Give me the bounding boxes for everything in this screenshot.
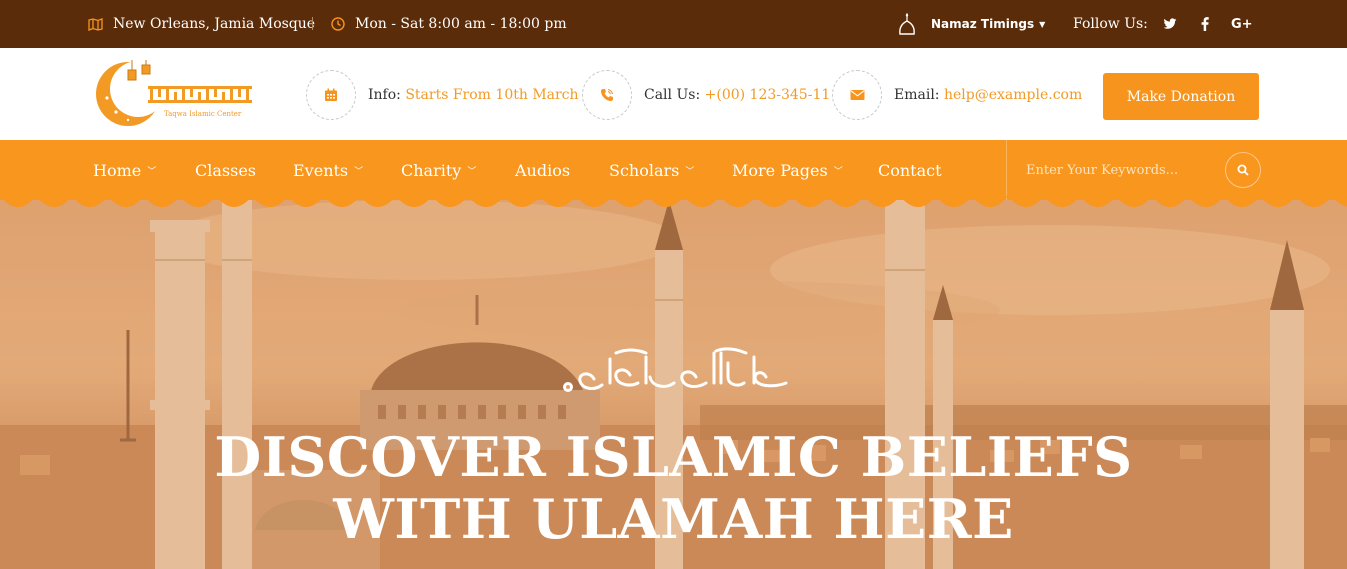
header: Taqwa Islamic Center Info: Starts From 1… bbox=[0, 48, 1347, 140]
calendar-icon bbox=[325, 88, 337, 101]
nav-divider bbox=[1006, 140, 1007, 200]
nav-item-more-pages[interactable]: More Pages ﹀ bbox=[732, 140, 843, 200]
clock-icon bbox=[331, 17, 345, 31]
nav-item-home[interactable]: Home ﹀ bbox=[93, 140, 156, 200]
phone-icon-wrap bbox=[582, 70, 632, 120]
logo-text: Taqwa Islamic Center bbox=[164, 110, 242, 118]
top-bar: New Orleans, Jamia Mosque Mon - Sat 8:00… bbox=[0, 0, 1347, 48]
nav-item-classes[interactable]: Classes bbox=[195, 140, 256, 200]
namaz-timings-dropdown[interactable]: Namaz Timings ▼ bbox=[897, 0, 1045, 48]
nav-label: Events bbox=[293, 160, 349, 180]
envelope-icon bbox=[850, 90, 864, 100]
nav-item-audios[interactable]: Audios bbox=[515, 140, 570, 200]
main-nav: Home ﹀ Classes Events ﹀ Charity ﹀ Audios Sc… bbox=[0, 140, 1347, 200]
calendar-icon-wrap bbox=[306, 70, 356, 120]
facebook-link[interactable] bbox=[1201, 0, 1209, 48]
chevron-down-icon: ﹀ bbox=[467, 166, 477, 177]
nav-item-events[interactable]: Events ﹀ bbox=[293, 140, 363, 200]
facebook-icon bbox=[1201, 17, 1209, 31]
google-plus-icon: G+ bbox=[1231, 16, 1253, 32]
chevron-down-icon: ▼ bbox=[1039, 19, 1046, 29]
hero-title-line-2: WITH ULAMAH HERE bbox=[333, 487, 1014, 551]
nav-label: Contact bbox=[878, 160, 942, 180]
nav-label: Home bbox=[93, 160, 142, 180]
hours-info: Mon - Sat 8:00 am - 18:00 pm bbox=[331, 0, 567, 48]
envelope-icon-wrap bbox=[832, 70, 882, 120]
hero-section: DISCOVER ISLAMIC BELIEFS WITH ULAMAH HER… bbox=[0, 200, 1347, 569]
nav-label: Audios bbox=[515, 160, 571, 180]
nav-label: Classes bbox=[195, 160, 256, 180]
call-value[interactable]: +(00) 123-345-11 bbox=[705, 87, 831, 103]
nav-label: More Pages bbox=[732, 160, 828, 180]
make-donation-button[interactable]: Make Donation bbox=[1103, 73, 1259, 120]
chevron-down-icon: ﹀ bbox=[685, 166, 695, 177]
divider bbox=[312, 17, 313, 30]
email-value[interactable]: help@example.com bbox=[944, 87, 1082, 103]
follow-us: Follow Us: bbox=[1073, 0, 1148, 48]
hero-title: DISCOVER ISLAMIC BELIEFS WITH ULAMAH HER… bbox=[0, 426, 1347, 550]
nav-item-scholars[interactable]: Scholars ﹀ bbox=[609, 140, 694, 200]
phone-icon bbox=[601, 88, 614, 101]
email-block: Email: help@example.com bbox=[832, 70, 1082, 120]
chevron-down-icon: ﹀ bbox=[833, 166, 843, 177]
nav-item-charity[interactable]: Charity ﹀ bbox=[401, 140, 476, 200]
search-icon bbox=[1237, 164, 1249, 176]
bismillah-calligraphy bbox=[563, 347, 788, 392]
nav-label: Charity bbox=[401, 160, 462, 180]
mosque-icon bbox=[899, 13, 915, 35]
twitter-link[interactable] bbox=[1163, 0, 1177, 48]
location-text: New Orleans, Jamia Mosque bbox=[113, 16, 316, 32]
call-block: Call Us: +(00) 123-345-11 bbox=[582, 70, 830, 120]
hero-title-line-1: DISCOVER ISLAMIC BELIEFS bbox=[214, 425, 1133, 489]
google-plus-link[interactable]: G+ bbox=[1231, 0, 1253, 48]
taqwa-logo[interactable]: Taqwa Islamic Center bbox=[92, 56, 262, 132]
search-input[interactable] bbox=[1026, 158, 1206, 182]
twitter-icon bbox=[1163, 18, 1177, 29]
chevron-down-icon: ﹀ bbox=[354, 166, 364, 177]
info-value[interactable]: Starts From 10th March bbox=[405, 87, 578, 103]
location-info: New Orleans, Jamia Mosque bbox=[88, 0, 315, 48]
nav-scallop-edge bbox=[0, 196, 1347, 207]
chevron-down-icon: ﹀ bbox=[147, 166, 157, 177]
follow-label: Follow Us: bbox=[1073, 16, 1148, 32]
search-button[interactable] bbox=[1225, 152, 1261, 188]
nav-label: Scholars bbox=[609, 160, 680, 180]
hours-text: Mon - Sat 8:00 am - 18:00 pm bbox=[355, 16, 567, 32]
nav-item-contact[interactable]: Contact bbox=[878, 140, 942, 200]
email-label: Email: bbox=[894, 87, 940, 103]
map-icon bbox=[88, 17, 103, 31]
info-label: Info: bbox=[368, 87, 401, 103]
namaz-label: Namaz Timings bbox=[931, 17, 1035, 31]
info-block: Info: Starts From 10th March bbox=[306, 70, 579, 120]
call-label: Call Us: bbox=[644, 87, 701, 103]
